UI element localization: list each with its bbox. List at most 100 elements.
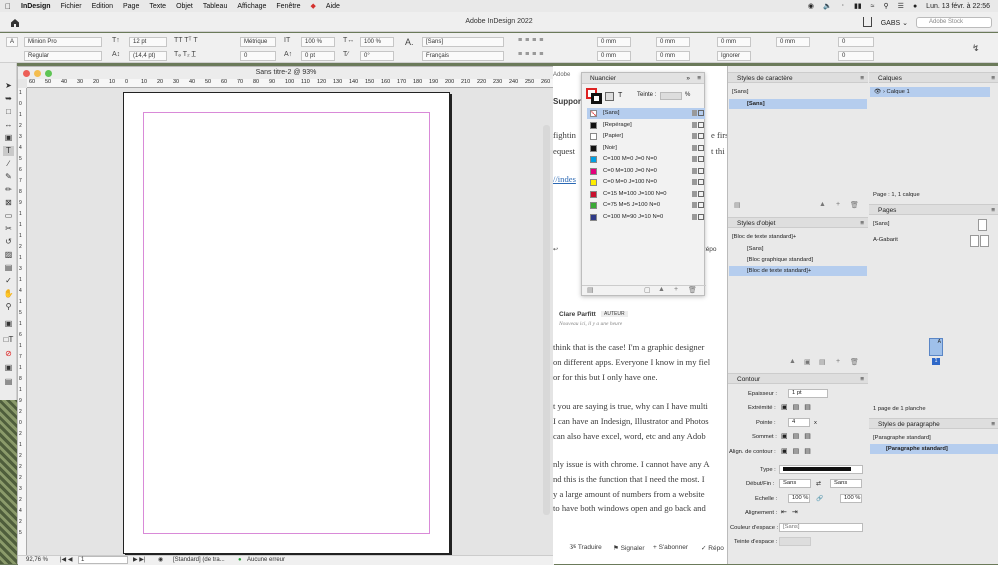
preview-mode-icon[interactable]: ▤: [3, 377, 14, 387]
gap-color-field[interactable]: [Sans]: [779, 523, 863, 532]
page-number-field[interactable]: 1: [78, 556, 128, 564]
line-tool-icon[interactable]: ∕: [3, 159, 14, 169]
web-link[interactable]: //indes: [553, 174, 576, 184]
strikethrough-icon[interactable]: Tₔ T₂ T̲: [174, 51, 196, 58]
scissors-tool-icon[interactable]: ✂: [3, 224, 14, 234]
wifi-icon[interactable]: ≈: [871, 3, 875, 10]
miter-field[interactable]: 4: [788, 418, 810, 427]
layers-header[interactable]: Calques ≡: [869, 72, 998, 83]
author-name[interactable]: Clare Parfitt: [559, 311, 596, 318]
new-group-icon[interactable]: ▲: [819, 201, 826, 208]
gradient-tool-icon[interactable]: ▨: [3, 250, 14, 260]
fill-stroke-swatch[interactable]: [586, 88, 602, 104]
swatch-row[interactable]: C=100 M=90 J=10 N=0: [587, 212, 705, 223]
tracking-field[interactable]: 0: [240, 51, 276, 61]
none-master-thumb[interactable]: [978, 219, 987, 231]
menu-fichier[interactable]: Fichier: [56, 3, 87, 10]
font-style-field[interactable]: Regular: [24, 51, 102, 61]
note-tool-icon[interactable]: ▤: [3, 263, 14, 273]
swatches-panel-header[interactable]: Nuancier » ≡: [582, 73, 704, 84]
bluetooth-icon[interactable]: ᛫: [841, 3, 845, 10]
space-before-field[interactable]: 0 mm: [717, 37, 751, 47]
content-collector-icon[interactable]: ▣: [3, 133, 14, 143]
container-format-icon[interactable]: [605, 92, 614, 101]
scale-start-field[interactable]: 100 %: [788, 494, 810, 503]
frame-tool-icon[interactable]: ⊠: [3, 198, 14, 208]
start-field[interactable]: Sans: [779, 479, 811, 488]
document-page[interactable]: [123, 92, 450, 554]
delete-style-icon[interactable]: 🗑: [850, 201, 859, 209]
adobe-stock-search[interactable]: Adobe Stock: [916, 17, 992, 28]
swatch-row[interactable]: [Papier]: [587, 131, 705, 142]
object-style-item[interactable]: [Bloc de texte standard]+: [729, 266, 867, 276]
selection-tool-icon[interactable]: ➤: [3, 81, 14, 91]
text-format-icon[interactable]: T: [618, 92, 622, 99]
skew-field[interactable]: 0°: [360, 51, 394, 61]
transform-tool-icon[interactable]: ↺: [3, 237, 14, 247]
swatch-options-icon[interactable]: ▢: [644, 286, 651, 294]
new-group-icon[interactable]: ▲: [789, 358, 796, 365]
gap-tint-field[interactable]: [779, 537, 811, 546]
show-swatches-icon[interactable]: ▤: [587, 286, 594, 294]
workspace-switcher[interactable]: GABS ⌄: [881, 19, 908, 27]
apply-none-icon[interactable]: ⊘: [3, 349, 14, 359]
last-line-indent-field[interactable]: 0 mm: [656, 51, 690, 61]
clear-overrides-icon[interactable]: ▤: [819, 358, 826, 366]
delete-swatch-icon[interactable]: 🗑: [688, 286, 697, 294]
drop-cap-lines-field[interactable]: 0: [838, 37, 874, 47]
new-style-icon[interactable]: +: [836, 358, 840, 365]
paragraph-styles-header[interactable]: Styles de paragraphe ≡: [869, 418, 998, 429]
new-style-icon[interactable]: +: [836, 201, 840, 208]
swatch-row[interactable]: C=100 M=0 J=0 N=0: [587, 154, 705, 165]
control-center-icon[interactable]: ☰: [898, 2, 904, 10]
subscribe-link[interactable]: + S'abonner: [653, 544, 688, 551]
swatch-row[interactable]: C=15 M=100 J=100 N=0: [587, 189, 705, 200]
swap-icon[interactable]: ⇄: [816, 479, 821, 489]
menu-texte[interactable]: Texte: [144, 3, 171, 10]
swatch-row[interactable]: [Sans]: [587, 108, 705, 119]
arrow-align-buttons[interactable]: ⇤⇥: [781, 508, 803, 516]
character-mode-icon[interactable]: A: [6, 37, 18, 47]
clock[interactable]: Lun. 13 févr. à 22:56: [926, 3, 990, 10]
panel-menu-icon[interactable]: ≡: [991, 419, 995, 430]
drop-cap-chars-field[interactable]: 0: [838, 51, 874, 61]
spotlight-icon[interactable]: ⚲: [884, 2, 889, 10]
volume-icon[interactable]: 🔈: [823, 2, 832, 10]
type-tool-icon[interactable]: T: [3, 146, 14, 156]
clear-overrides-icon[interactable]: ▤: [734, 201, 741, 209]
creative-cloud-status-icon[interactable]: ◉: [808, 2, 814, 10]
page-tool-icon[interactable]: □: [3, 107, 14, 117]
first-line-indent-field[interactable]: 0 mm: [597, 51, 631, 61]
stroke-weight-field[interactable]: 1 pt: [788, 389, 828, 398]
menu-edition[interactable]: Edition: [87, 3, 118, 10]
scale-end-field[interactable]: 100 %: [840, 494, 862, 503]
vertical-ruler[interactable]: 1 0 1 2 3 4 5 6 7 8 9 1 1 1 2 1 3 1 4 1 5 1 6 1 7 1 8 1 9 2 0 2 1 2 2 2 3 2 4 2…: [18, 88, 27, 558]
object-styles-header[interactable]: Styles d'objet ≡: [728, 217, 868, 228]
menu-page[interactable]: Page: [118, 3, 144, 10]
hyphenation-field[interactable]: Ignorer: [717, 51, 751, 61]
panel-menu-icon[interactable]: ≡: [860, 374, 864, 385]
zoom-tool-icon[interactable]: ⚲: [3, 302, 14, 312]
stroke-align-buttons[interactable]: ▣▤▤: [781, 447, 816, 455]
new-swatch-icon[interactable]: +: [674, 286, 678, 293]
horizontal-scale-field[interactable]: 100 %: [360, 37, 394, 47]
master-left-thumb[interactable]: [970, 235, 979, 247]
rectangle-tool-icon[interactable]: ▭: [3, 211, 14, 221]
right-indent-field[interactable]: 0 mm: [656, 37, 690, 47]
panel-menu-icon[interactable]: ≡: [991, 205, 995, 216]
stroke-swatch[interactable]: [591, 93, 602, 104]
pasteboard[interactable]: [27, 88, 554, 557]
reply-link[interactable]: ✓ Répo: [701, 544, 724, 552]
swatch-row[interactable]: C=0 M=100 J=0 N=0: [587, 166, 705, 177]
object-style-item[interactable]: [Bloc graphique standard]: [729, 255, 867, 265]
pencil-tool-icon[interactable]: ✏: [3, 185, 14, 195]
lightning-icon[interactable]: ↯: [972, 43, 980, 54]
menu-fenetre[interactable]: Fenêtre: [271, 3, 305, 10]
panel-menu-icon[interactable]: ≡: [697, 73, 701, 84]
font-size-field[interactable]: 12 pt: [129, 37, 167, 47]
vertical-scale-field[interactable]: 100 %: [301, 37, 335, 47]
left-indent-field[interactable]: 0 mm: [597, 37, 631, 47]
pages-header[interactable]: Pages ≡: [869, 204, 998, 215]
menu-aide[interactable]: Aide: [321, 3, 345, 10]
clear-attributes-icon[interactable]: ▣: [804, 358, 811, 366]
